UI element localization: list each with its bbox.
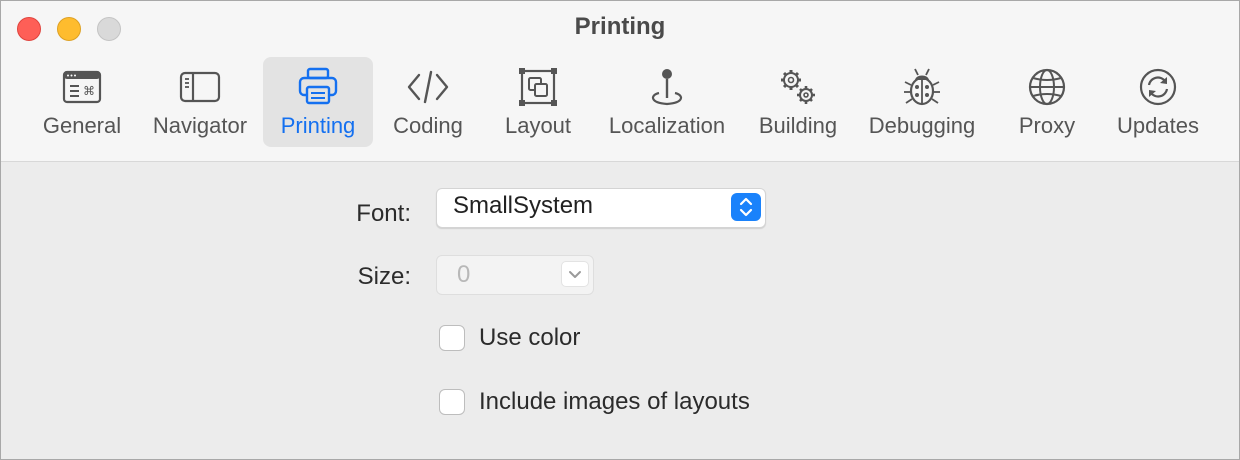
window-title: Printing [574, 13, 666, 40]
tab-label: Debugging [868, 113, 976, 138]
printer-icon [298, 67, 338, 105]
include-images-checkbox[interactable] [439, 389, 465, 415]
include-images-row[interactable]: Include images of layouts [439, 388, 750, 416]
toolbar: Printing ⌘ General Navigator Printing Co… [1, 1, 1239, 162]
tab-label: Layout [504, 113, 572, 138]
chevron-down-icon[interactable] [561, 261, 589, 287]
sidebar-icon [179, 71, 221, 103]
code-brackets-icon [407, 70, 449, 104]
tab-label: Building [758, 113, 838, 138]
tab-building[interactable]: Building [751, 57, 845, 147]
general-window-icon: ⌘ [62, 70, 102, 104]
tab-general[interactable]: ⌘ General [33, 57, 131, 147]
use-color-row[interactable]: Use color [439, 324, 580, 352]
joystick-pin-icon [651, 69, 683, 106]
size-combo-value: 0 [457, 261, 471, 288]
font-select[interactable]: SmallSystem [436, 188, 766, 228]
tab-navigator[interactable]: Navigator [145, 57, 255, 147]
tab-label: Coding [393, 113, 463, 138]
tab-debugging[interactable]: Debugging [861, 57, 983, 147]
include-images-label: Include images of layouts [479, 388, 750, 415]
gears-icon [781, 70, 815, 104]
tab-label: Navigator [152, 113, 248, 138]
tab-updates[interactable]: Updates [1107, 57, 1209, 147]
tab-label: Updates [1117, 113, 1199, 138]
use-color-checkbox[interactable] [439, 325, 465, 351]
svg-text:⌘: ⌘ [83, 84, 95, 98]
layout-frame-icon [519, 68, 557, 106]
tab-label: Proxy [1018, 113, 1076, 138]
font-select-value: SmallSystem [453, 192, 594, 219]
tab-label: Printing [280, 113, 356, 138]
printing-settings-panel: Font: SmallSystem Size: 0 Use color Incl… [1, 162, 1239, 459]
tab-localization[interactable]: Localization [601, 57, 733, 147]
globe-icon [1028, 68, 1066, 106]
font-label: Font: [356, 200, 411, 227]
tab-coding[interactable]: Coding [383, 57, 473, 147]
size-combo[interactable]: 0 [436, 255, 594, 295]
tab-proxy[interactable]: Proxy [1001, 57, 1093, 147]
tab-label: General [42, 113, 122, 138]
tab-printing[interactable]: Printing [263, 57, 373, 147]
refresh-icon [1139, 68, 1177, 106]
tab-label: Localization [608, 113, 726, 138]
use-color-label: Use color [479, 324, 581, 351]
size-label: Size: [357, 263, 411, 290]
tab-layout[interactable]: Layout [493, 57, 583, 147]
preferences-window: Printing ⌘ General Navigator Printing Co… [0, 0, 1240, 460]
up-down-chevron-icon [731, 193, 761, 221]
ladybug-icon [904, 68, 940, 106]
